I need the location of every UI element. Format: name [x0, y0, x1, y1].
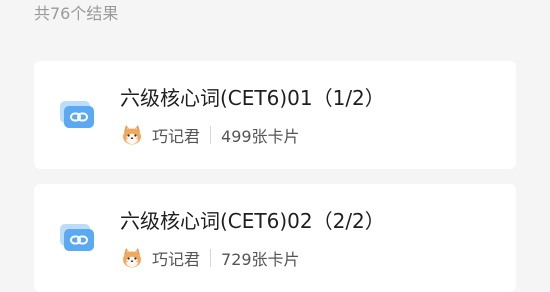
meta-divider	[210, 126, 212, 144]
card-count: 499张卡片	[221, 127, 300, 146]
deck-link-icon	[60, 101, 94, 128]
deck-card[interactable]: 六级核心词(CET6)01（1/2） 巧记君 499张卡片	[34, 61, 516, 169]
result-count: 共76个结果	[34, 4, 119, 23]
deck-link-icon	[60, 224, 94, 251]
author-avatar	[123, 125, 141, 145]
deck-meta: 巧记君 729张卡片	[120, 246, 300, 270]
deck-card[interactable]: 六级核心词(CET6)02（2/2） 巧记君 729张卡片	[34, 184, 516, 292]
deck-meta: 巧记君 499张卡片	[120, 123, 300, 147]
author-name: 巧记君	[152, 250, 201, 269]
author-name: 巧记君	[152, 127, 201, 146]
deck-title: 六级核心词(CET6)01（1/2）	[120, 86, 385, 110]
deck-title: 六级核心词(CET6)02（2/2）	[120, 209, 385, 233]
author-avatar	[123, 248, 141, 268]
meta-divider	[210, 249, 212, 267]
card-count: 729张卡片	[221, 250, 300, 269]
